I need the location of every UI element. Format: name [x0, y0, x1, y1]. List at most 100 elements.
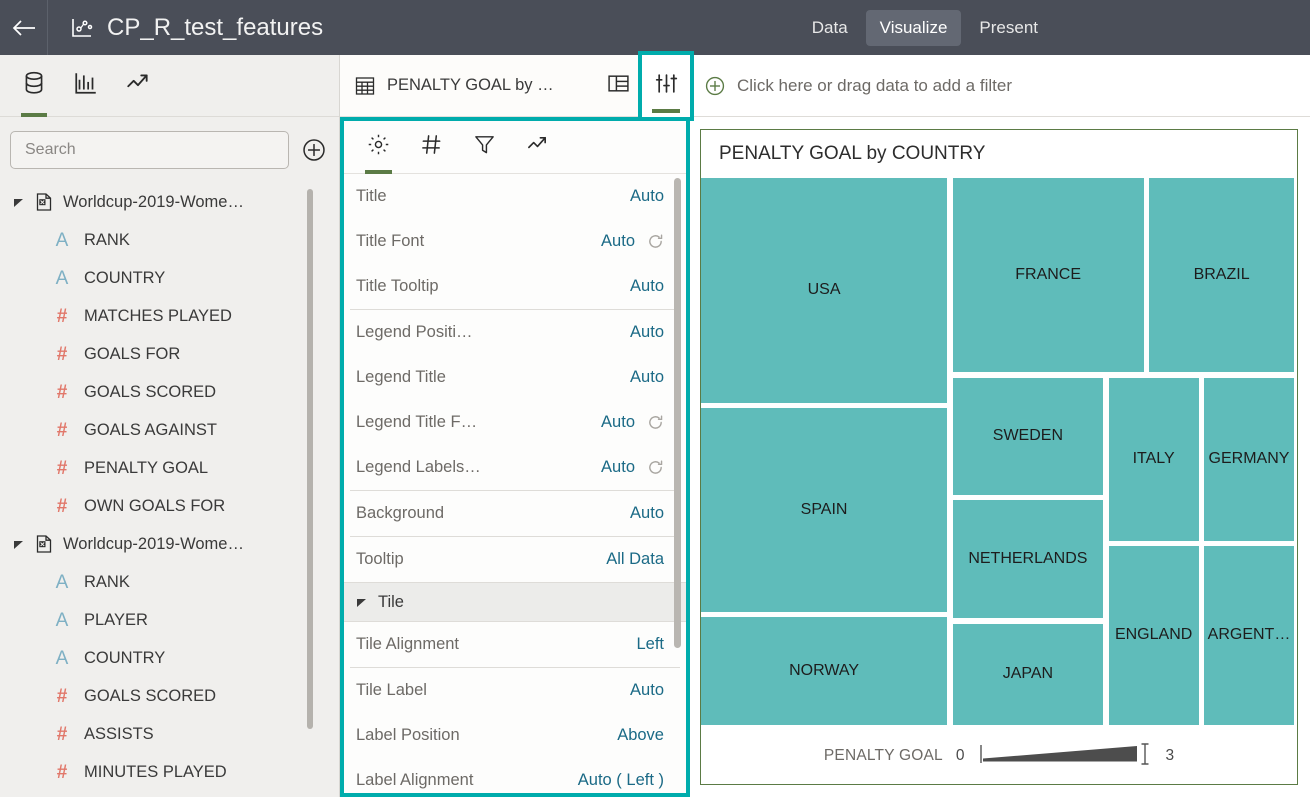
property-value[interactable]: Auto [601, 413, 635, 432]
treemap-tile[interactable]: SPAIN [701, 407, 948, 612]
treemap-tile[interactable]: USA [701, 178, 948, 403]
properties-scrollbar[interactable] [674, 178, 681, 648]
properties-tab-general[interactable] [352, 121, 405, 174]
treemap-tile[interactable]: ITALY [1108, 377, 1199, 541]
treemap-tile-label: NORWAY [789, 661, 860, 679]
property-value[interactable]: Auto [630, 504, 664, 523]
field-item[interactable]: # ASSISTS [0, 715, 339, 753]
field-item[interactable]: A PLAYER [0, 601, 339, 639]
reset-icon[interactable] [647, 414, 664, 431]
treemap-tile-label: ARGENT… [1207, 626, 1291, 644]
property-row-legend-title-font[interactable]: Legend Title F… Auto [344, 400, 686, 445]
treemap-tile[interactable]: SWEDEN [952, 377, 1104, 495]
properties-tab-analytics[interactable] [511, 121, 564, 174]
nav-tab-data[interactable]: Data [798, 10, 862, 46]
nav-tab-present[interactable]: Present [965, 10, 1052, 46]
add-circle-icon[interactable] [704, 75, 726, 97]
field-item[interactable]: # MINUTES PLAYED [0, 753, 339, 791]
field-item[interactable]: # OWN GOALS FOR [0, 487, 339, 525]
property-value[interactable]: Auto [630, 277, 664, 296]
properties-button[interactable] [638, 50, 694, 121]
dataset-header[interactable]: Worldcup-2019-Wome… [0, 525, 339, 563]
search-input[interactable] [10, 131, 289, 169]
property-row-title-tooltip[interactable]: Title Tooltip Auto [344, 264, 686, 309]
field-item[interactable]: # GOALS SCORED [0, 373, 339, 411]
sidebar-tab-charts[interactable] [60, 55, 112, 117]
property-control: Auto [630, 681, 664, 700]
caret-down-icon[interactable] [13, 196, 25, 208]
property-row-legend-position[interactable]: Legend Positi… Auto [344, 310, 686, 355]
field-item[interactable]: A RANK [0, 221, 339, 259]
property-value[interactable]: Auto ( Left ) [578, 771, 664, 790]
field-item[interactable]: # GOALS SCORED [0, 677, 339, 715]
database-icon [21, 70, 47, 101]
field-label: COUNTRY [84, 268, 166, 287]
caret-down-icon[interactable] [356, 596, 368, 608]
property-row-label-alignment[interactable]: Label Alignment Auto ( Left ) [344, 758, 686, 793]
field-list: Worldcup-2019-Wome… A RANK A COUNTRY # M… [0, 179, 339, 797]
treemap-tile[interactable]: FRANCE [952, 178, 1144, 373]
treemap-tile[interactable]: ARGENT… [1204, 545, 1294, 725]
property-row-tile-alignment[interactable]: Tile Alignment Left [344, 622, 686, 667]
property-value[interactable]: All Data [606, 550, 664, 569]
treemap-tile-label: JAPAN [1002, 665, 1054, 683]
property-value[interactable]: Auto [601, 458, 635, 477]
property-row-title[interactable]: Title Auto [344, 174, 686, 219]
property-value[interactable]: Auto [630, 368, 664, 387]
property-value[interactable]: Left [636, 635, 664, 654]
treemap-tile[interactable]: JAPAN [952, 623, 1104, 725]
property-row-tile-label[interactable]: Tile Label Auto [344, 668, 686, 713]
property-row-label-position[interactable]: Label Position Above [344, 713, 686, 758]
main-nav: Data Visualize Present [798, 9, 1310, 46]
properties-tab-data[interactable] [405, 121, 458, 174]
nav-tab-visualize[interactable]: Visualize [865, 9, 962, 46]
treemap-tile[interactable]: BRAZIL [1149, 178, 1294, 373]
property-label: Legend Positi… [356, 323, 473, 341]
reset-icon[interactable] [647, 459, 664, 476]
property-row-title-font[interactable]: Title Font Auto [344, 219, 686, 264]
chart-tab-item[interactable]: PENALTY GOAL by … [340, 75, 594, 97]
property-value[interactable]: Auto [630, 681, 664, 700]
properties-tab-filter[interactable] [458, 121, 511, 174]
property-control: All Data [606, 550, 664, 569]
field-item[interactable]: A COUNTRY [0, 259, 339, 297]
filter-bar[interactable]: Click here or drag data to add a filter [690, 55, 1310, 117]
reset-icon[interactable] [647, 233, 664, 250]
property-value[interactable]: Auto [601, 232, 635, 251]
text-field-icon: A [55, 609, 69, 631]
field-item[interactable]: # GOALS AGAINST [0, 411, 339, 449]
treemap-tiles: USA FRANCE BRAZIL SPAIN SWEDEN ITALY GERMANY NE… [701, 178, 1297, 728]
text-field-icon: A [55, 647, 69, 669]
property-value[interactable]: Auto [630, 187, 664, 206]
sidebar-scrollbar[interactable] [307, 189, 313, 729]
field-item[interactable]: A COUNTRY [0, 639, 339, 677]
chart-tabbar: PENALTY GOAL by … [340, 50, 694, 121]
treemap-tile[interactable]: NETHERLANDS [952, 499, 1104, 619]
property-value[interactable]: Above [617, 726, 664, 745]
sidebar-tab-trends[interactable] [112, 55, 164, 117]
property-row-legend-title[interactable]: Legend Title Auto [344, 355, 686, 400]
property-row-tooltip[interactable]: Tooltip All Data [344, 537, 686, 582]
property-section-tile[interactable]: Tile [344, 582, 686, 622]
dataset-header[interactable]: Worldcup-2019-Wome… [0, 183, 339, 221]
chart-tab-label: PENALTY GOAL by … [387, 76, 554, 94]
treemap-tile[interactable]: NORWAY [701, 616, 948, 725]
back-button[interactable] [0, 0, 48, 55]
treemap-chart[interactable]: PENALTY GOAL by COUNTRY USA FRANCE BRAZIL S… [700, 129, 1298, 785]
field-item[interactable]: A RANK [0, 563, 339, 601]
field-item[interactable]: # MATCHES PLAYED [0, 297, 339, 335]
treemap-tile[interactable]: GERMANY [1204, 377, 1294, 541]
property-row-background[interactable]: Background Auto [344, 491, 686, 536]
property-label: Tile Alignment [356, 635, 460, 653]
layout-button[interactable] [594, 55, 642, 117]
field-item[interactable]: # PENALTY GOAL [0, 449, 339, 487]
caret-down-icon[interactable] [13, 538, 25, 550]
sliders-icon [655, 72, 678, 100]
add-circle-icon[interactable] [301, 137, 327, 163]
treemap-tile[interactable]: ENGLAND [1108, 545, 1199, 725]
property-value[interactable]: Auto [630, 323, 664, 342]
sidebar-tab-data[interactable] [8, 55, 60, 117]
property-row-legend-labels[interactable]: Legend Labels… Auto [344, 445, 686, 490]
field-item[interactable]: # GOALS FOR [0, 335, 339, 373]
numeric-field-icon: # [56, 723, 68, 745]
